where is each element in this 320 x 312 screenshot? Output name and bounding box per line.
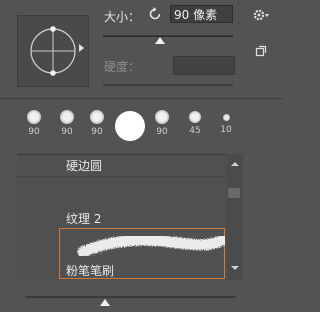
preset-brush-7[interactable]: 10 — [215, 106, 237, 135]
reset-icon[interactable] — [147, 6, 163, 22]
size-input[interactable]: 90 像素 — [170, 5, 233, 23]
hardness-label: 硬度： — [104, 60, 141, 74]
list-scrollbar[interactable] — [227, 154, 243, 280]
preview-size-slider-thumb[interactable] — [100, 299, 110, 306]
brush-tip-icon — [222, 114, 230, 121]
brush-tip-icon — [90, 110, 104, 124]
hardness-slider-track[interactable] — [103, 84, 233, 86]
preset-size: 45 — [189, 126, 201, 136]
brush-tip-icon — [155, 110, 169, 124]
preset-size: 90 — [91, 127, 103, 137]
brush-tip-icon — [189, 111, 201, 123]
divider — [17, 176, 227, 177]
preset-size: 90 — [61, 127, 73, 137]
list-item-hard-round[interactable]: 硬边圆 — [66, 157, 102, 174]
size-slider-track[interactable] — [103, 35, 233, 37]
divider — [0, 98, 283, 99]
angle-circle-icon — [30, 26, 76, 76]
preset-size: 90 — [28, 127, 40, 137]
list-item-chalk-brush[interactable]: 粉笔笔刷 — [59, 228, 225, 279]
scroll-thumb[interactable] — [228, 188, 240, 198]
list-item-texture-2[interactable]: 纹理 2 — [66, 210, 101, 227]
preset-brush-4[interactable] — [114, 109, 146, 144]
preset-brush-6[interactable]: 45 — [184, 106, 206, 136]
preset-size: 10 — [220, 125, 232, 135]
chalk-stroke-preview — [77, 234, 225, 258]
scroll-down-icon[interactable] — [231, 266, 239, 270]
preset-brush-5[interactable]: 90 — [151, 106, 173, 137]
preset-brush-2[interactable]: 90 — [56, 106, 78, 137]
scroll-up-icon[interactable] — [231, 162, 239, 166]
brush-tip-icon — [115, 111, 145, 141]
angle-handle-icon[interactable] — [79, 44, 84, 52]
preset-size: 90 — [156, 127, 168, 137]
list-item-label: 粉笔笔刷 — [66, 264, 115, 278]
hardness-input[interactable] — [173, 56, 235, 75]
gear-icon[interactable] — [253, 7, 271, 21]
preset-brush-1[interactable]: 90 — [23, 106, 45, 137]
brush-tip-icon — [60, 110, 74, 124]
preview-size-slider-track[interactable] — [25, 296, 236, 298]
size-label: 大小： — [104, 10, 141, 24]
size-slider-thumb[interactable] — [155, 37, 165, 44]
new-preset-icon[interactable] — [255, 42, 267, 57]
preset-brush-3[interactable]: 90 — [86, 106, 108, 137]
brush-tip-icon — [27, 110, 41, 124]
